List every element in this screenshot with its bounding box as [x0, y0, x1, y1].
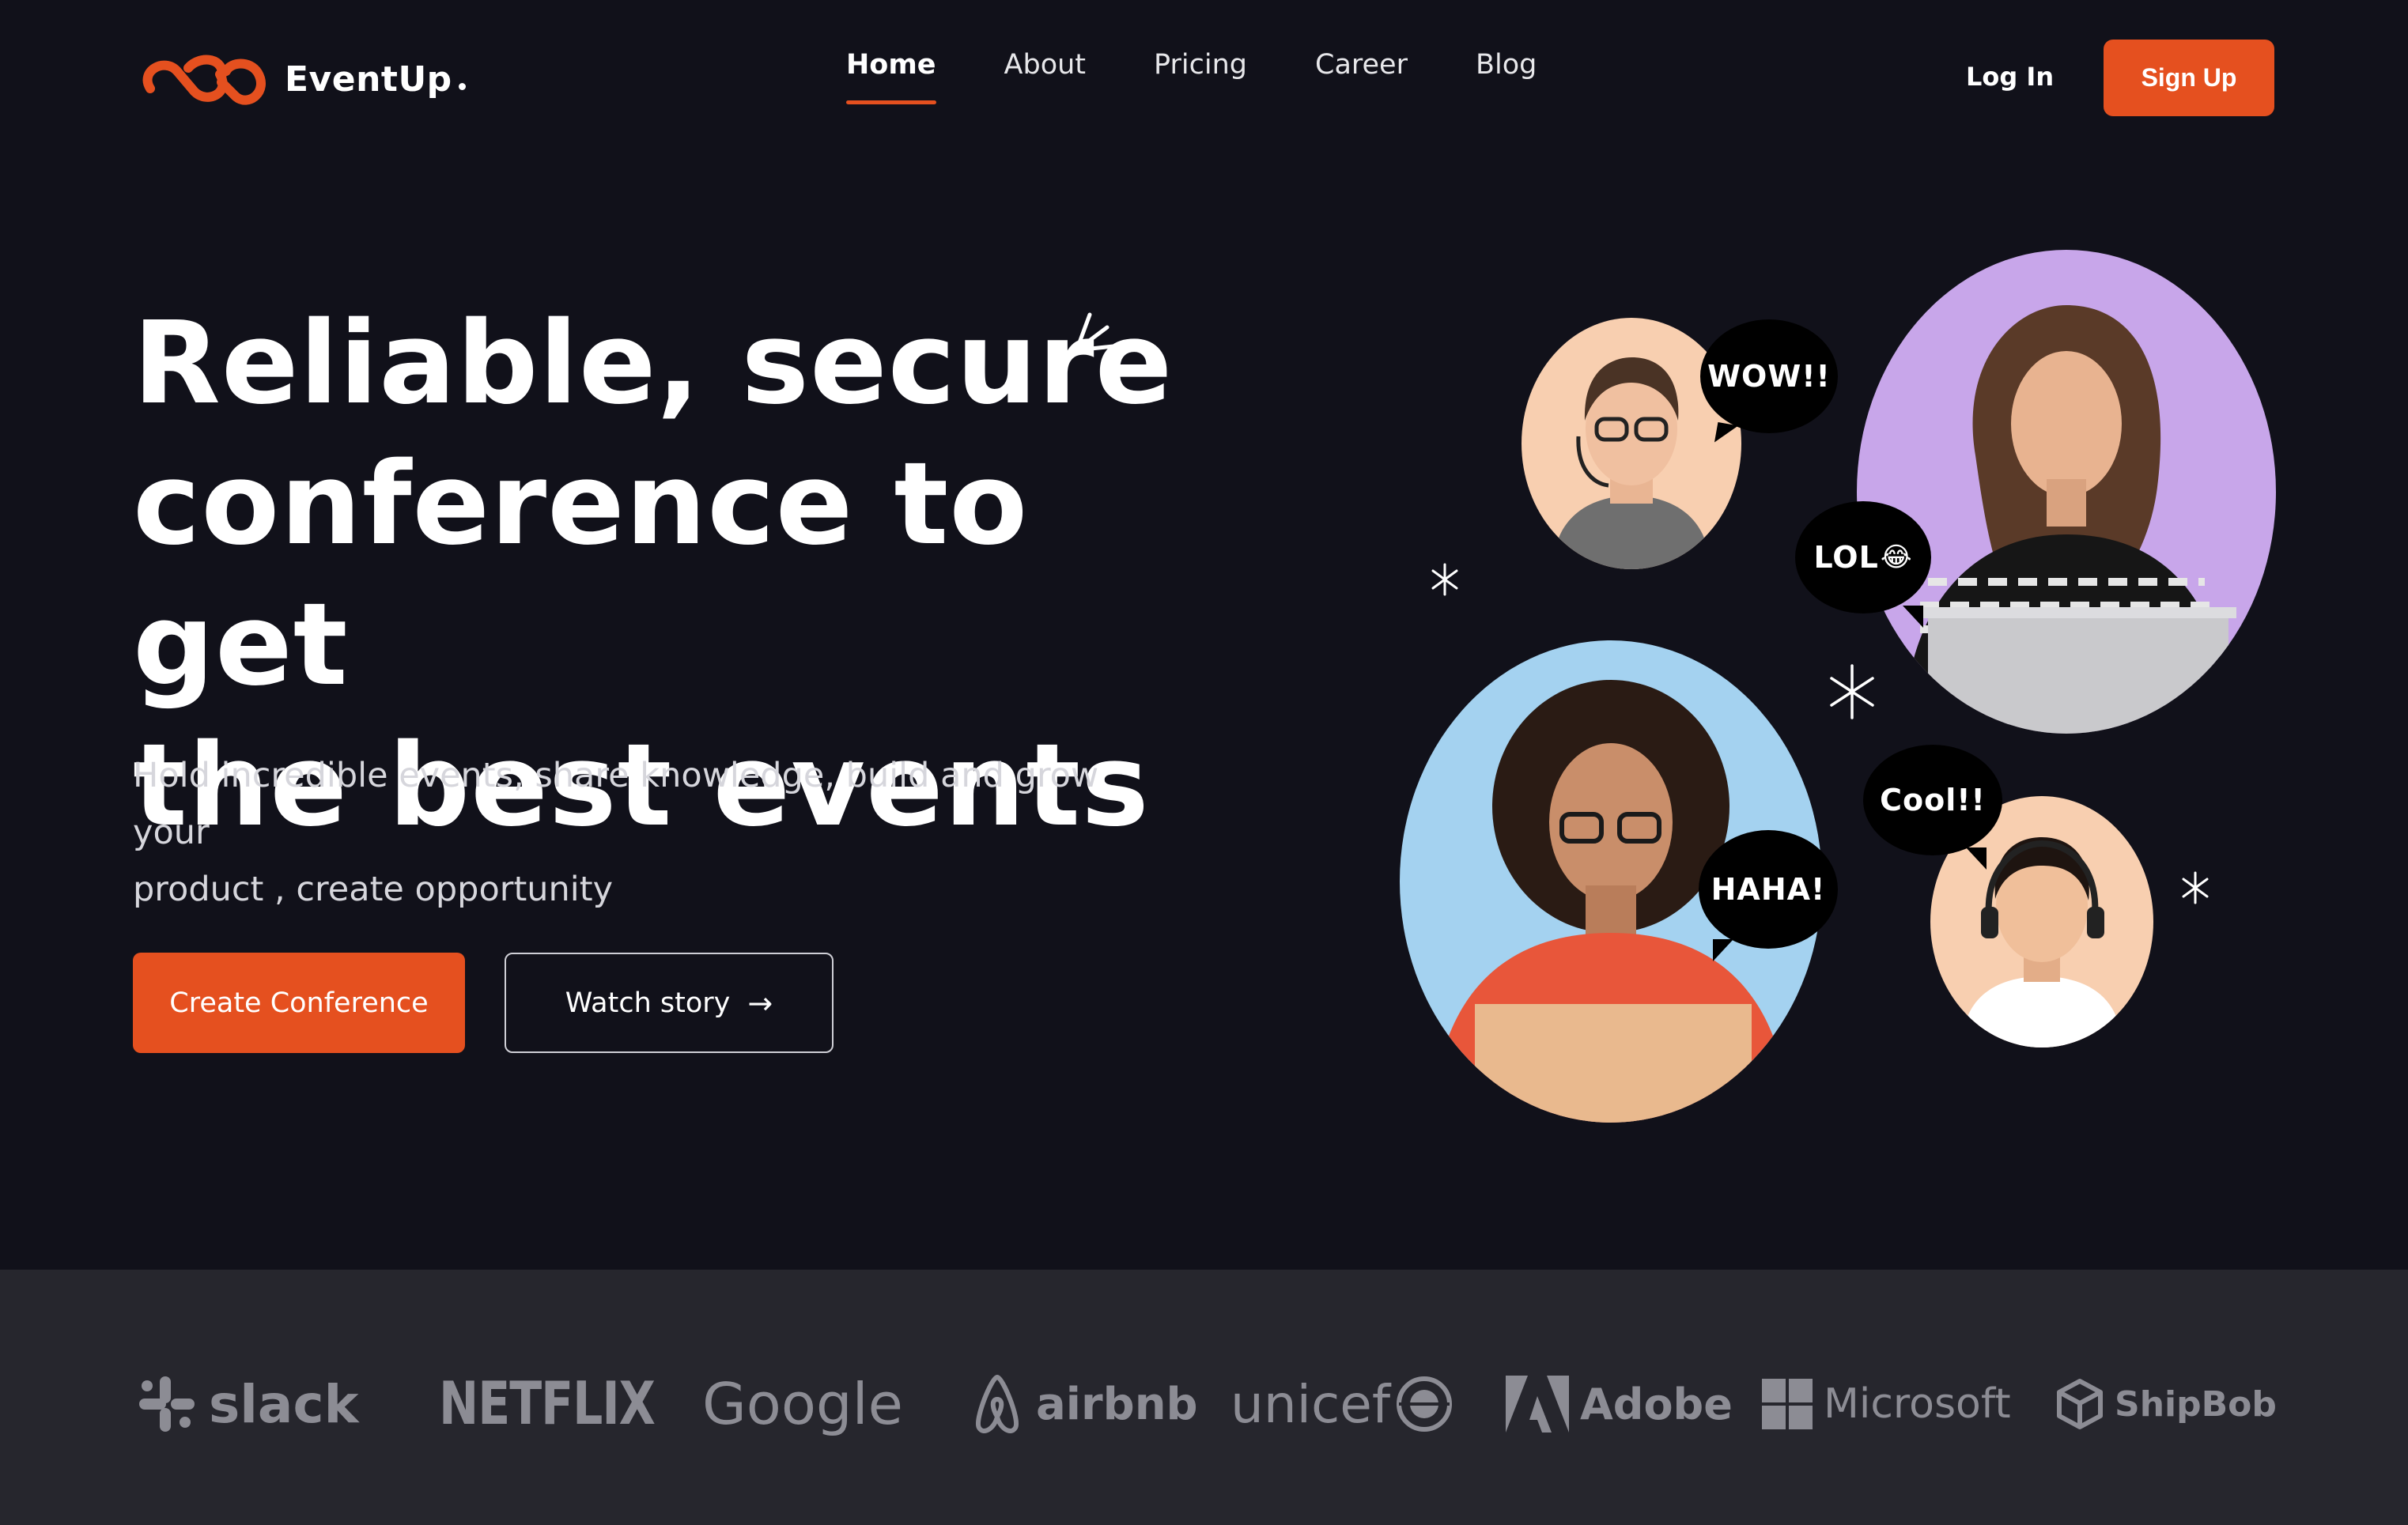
partner-name: airbnb: [1036, 1378, 1198, 1430]
landing-page: EventUp Home About Pricing Career Blog L…: [0, 0, 2408, 1525]
slack-logo-icon: [136, 1373, 198, 1435]
sparkle-icon: [1830, 664, 1874, 719]
airbnb-logo-icon: [970, 1372, 1025, 1436]
partner-adobe: Adobe: [1506, 1365, 1733, 1444]
accent-spark-icon: [1076, 312, 1116, 352]
infinity-loop-icon: [142, 55, 266, 105]
partner-name: ShipBob: [2115, 1383, 2277, 1425]
main-nav: Home About Pricing Career Blog: [846, 49, 1605, 104]
partner-shipbob: ShipBob: [2056, 1365, 2277, 1444]
speech-bubble-wow: WOW!!: [1700, 319, 1838, 433]
partner-name: Adobe: [1580, 1379, 1733, 1429]
partner-name: slack: [209, 1373, 359, 1435]
partner-name: NETFLIX: [439, 1369, 656, 1439]
partner-slack: slack: [136, 1365, 358, 1444]
partner-logos-strip: slack NETFLIX Google airbnb unicef Adobe…: [0, 1270, 2408, 1525]
bubble-text: HAHA!: [1711, 872, 1826, 907]
login-link[interactable]: Log In: [1966, 62, 2054, 92]
nav-home[interactable]: Home: [846, 49, 936, 104]
laughing-emoji-icon: 😂: [1880, 542, 1913, 573]
nav-about[interactable]: About: [1004, 49, 1086, 104]
sparkle-icon: [1431, 563, 1458, 596]
hero-subtitle-line-2: product , create opportunity: [133, 870, 614, 909]
hero-subtitle: Hold incredible events, share knowledge,…: [133, 747, 1185, 918]
partner-airbnb: airbnb: [970, 1365, 1198, 1444]
watch-story-label: Watch story: [565, 987, 731, 1019]
signup-button[interactable]: Sign Up: [2104, 40, 2274, 116]
watch-story-button[interactable]: Watch story →: [505, 953, 834, 1053]
brand-logo[interactable]: EventUp: [133, 47, 466, 111]
shipbob-logo-icon: [2056, 1378, 2104, 1430]
partner-unicef: unicef: [1230, 1365, 1453, 1444]
create-conference-label: Create Conference: [169, 987, 429, 1019]
partner-name: Google: [702, 1371, 903, 1437]
partner-netflix: NETFLIX: [439, 1355, 656, 1454]
nav-career[interactable]: Career: [1315, 49, 1408, 104]
bubble-text: Cool!!: [1880, 783, 1986, 817]
arrow-right-icon: →: [747, 985, 773, 1021]
adobe-logo-icon: [1506, 1376, 1569, 1433]
speech-bubble-haha: HAHA!: [1699, 830, 1838, 961]
partner-name: unicef: [1230, 1373, 1391, 1435]
hero-title-line-1: Reliable, secure: [133, 296, 1174, 429]
brand-name: EventUp: [285, 59, 452, 100]
unicef-globe-icon: [1395, 1375, 1453, 1433]
bubble-text: LOL: [1813, 540, 1879, 575]
microsoft-logo-icon: [1762, 1379, 1813, 1429]
partner-microsoft: Microsoft: [1762, 1365, 2011, 1444]
create-conference-button[interactable]: Create Conference: [133, 953, 465, 1053]
brand-dot: [458, 82, 466, 90]
sparkle-icon: [2182, 871, 2209, 904]
speech-bubble-cool: Cool!!: [1863, 745, 2002, 870]
nav-blog[interactable]: Blog: [1476, 49, 1537, 104]
partner-name: Microsoft: [1824, 1380, 2011, 1428]
avatar-laptop-woman: [1857, 250, 2276, 734]
person-illustration: [1904, 305, 2236, 734]
partner-google: Google: [702, 1365, 903, 1444]
bubble-text: WOW!!: [1707, 359, 1831, 394]
speech-bubble-lol: LOL 😂: [1795, 501, 1931, 628]
hero-title-line-2: conference to get: [133, 437, 1029, 711]
hero-subtitle-line-1: Hold incredible events, share knowledge,…: [133, 756, 1099, 852]
nav-pricing[interactable]: Pricing: [1154, 49, 1247, 104]
